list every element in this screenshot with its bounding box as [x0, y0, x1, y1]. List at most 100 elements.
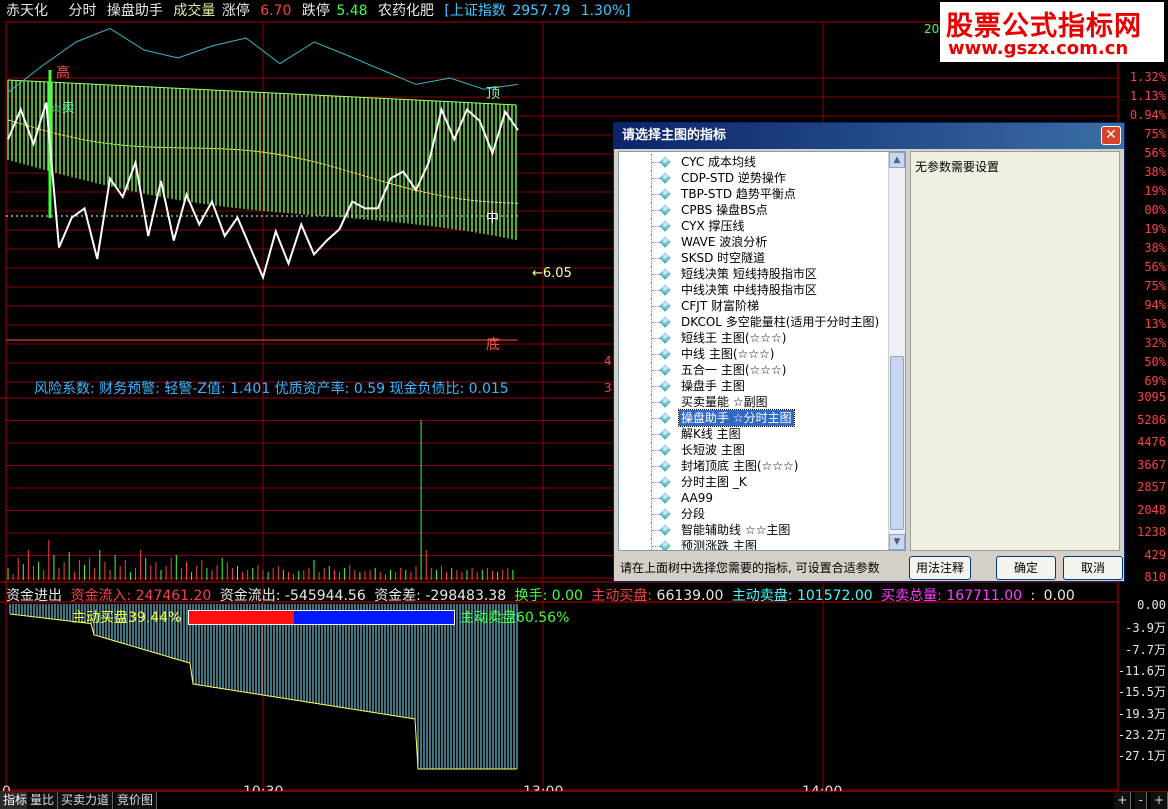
- tree-item-label: 解K线 主图: [681, 427, 741, 441]
- fund-axis-label: -23.2万: [1117, 727, 1166, 742]
- tree-item[interactable]: AA99: [619, 490, 889, 506]
- tree-item-label: 短线王 主图(☆☆☆): [681, 331, 787, 345]
- indicator-item-icon: [659, 540, 671, 550]
- tree-item[interactable]: 智能辅助线 ☆☆主图: [619, 522, 889, 538]
- price-axis-label: 38%: [1144, 241, 1166, 255]
- indicator-item-icon: [659, 428, 671, 440]
- price-axis-label: 50%: [1144, 355, 1166, 369]
- price-axis-label: 13%: [1144, 317, 1166, 331]
- tree-item[interactable]: CDP-STD 逆势操作: [619, 170, 889, 186]
- tree-item-label: AA99: [681, 491, 714, 505]
- indicator-name[interactable]: 操盘助手: [107, 3, 163, 19]
- scroll-thumb[interactable]: [890, 356, 904, 530]
- chart-mode[interactable]: 分时: [68, 3, 96, 19]
- tree-item[interactable]: 分时主图 _K: [619, 474, 889, 490]
- stock-name[interactable]: 赤天化: [6, 3, 48, 19]
- tree-item-label: 短线决策 短线持股指市区: [681, 267, 817, 281]
- param-area: 无参数需要设置: [910, 151, 1120, 551]
- chevron-down-icon: ▼: [893, 537, 901, 547]
- fund-label[interactable]: 资金进出: [6, 588, 62, 604]
- tab-auction[interactable]: 竞价图: [114, 792, 158, 809]
- indicator-tree[interactable]: CYC 成本均线 CDP-STD 逆势操作 TBP-STD 趋势平衡点 CPBS 操盘…: [618, 151, 906, 551]
- ratio-buy-fill: [189, 611, 294, 624]
- indicator-item-icon: [659, 460, 671, 472]
- price-marker-arrow-icon: ←: [532, 266, 543, 281]
- indicator-item-icon: [659, 396, 671, 408]
- diff-label: 资金差:: [374, 588, 421, 604]
- top-label: 顶: [486, 86, 500, 102]
- turnover-label: 换手:: [514, 588, 548, 604]
- tree-item[interactable]: DKCOL 多空能量柱(适用于分时主图): [619, 314, 889, 330]
- price-axis-label: 56%: [1144, 146, 1166, 160]
- limit-down-label: 跌停: [301, 3, 330, 19]
- dialog-hint: 请在上面树中选择您需要的指标, 可设置合适参数: [620, 561, 880, 575]
- tree-item[interactable]: WAVE 波浪分析: [619, 234, 889, 250]
- tree-item-label: CYC 成本均线: [681, 155, 757, 169]
- tree-item-label: CFJT 财富阶梯: [681, 299, 759, 313]
- indicator-item-icon: [659, 252, 671, 264]
- price-axis-label: 1.32%: [1129, 70, 1166, 84]
- tab-volume-ratio[interactable]: 量比: [27, 792, 59, 809]
- tree-item[interactable]: CPBS 操盘BS点: [619, 202, 889, 218]
- param-text: 无参数需要设置: [915, 160, 1000, 174]
- indicator-item-icon: [659, 284, 671, 296]
- tab-zoom-in-button[interactable]: +: [1114, 792, 1132, 809]
- chart-header: 赤天化 分时 操盘助手 成交量 涨停 6.70 跌停 5.48 农药化肥 [上证…: [0, 0, 940, 22]
- tree-item[interactable]: 五合一 主图(☆☆☆): [619, 362, 889, 378]
- ok-button[interactable]: 确定: [996, 556, 1056, 580]
- tab-buy-sell-force[interactable]: 买卖力道: [58, 792, 114, 809]
- price-axis-label: 56%: [1144, 260, 1166, 274]
- volume-axis-label: 2857: [1137, 480, 1166, 494]
- tab-zoom-out-button[interactable]: -: [1135, 792, 1147, 809]
- tree-scrollbar[interactable]: ▲ ▼: [888, 152, 905, 550]
- tree-item[interactable]: 短线决策 短线持股指市区: [619, 266, 889, 282]
- tree-item[interactable]: 操盘助手 ☆分时主图: [619, 409, 889, 427]
- inflow-label: 资金流入:: [70, 588, 132, 604]
- tree-item[interactable]: 短线王 主图(☆☆☆): [619, 330, 889, 346]
- fund-flow-info: 资金进出 资金流入: 247461.20 资金流出: -545944.56 资金…: [6, 585, 1079, 605]
- indicator-item-icon: [659, 268, 671, 280]
- green-band: [7, 70, 517, 241]
- tree-item[interactable]: 预测涨跌 主图: [619, 538, 889, 550]
- tree-item[interactable]: 解K线 主图: [619, 426, 889, 442]
- tree-item[interactable]: 长短波 主图: [619, 442, 889, 458]
- scroll-down-button[interactable]: ▼: [889, 534, 905, 550]
- indicator-item-icon: [659, 156, 671, 168]
- volume-axis-label: 2048: [1137, 502, 1166, 517]
- tree-item[interactable]: CFJT 财富阶梯: [619, 298, 889, 314]
- price-axis-label: 00%: [1144, 203, 1166, 217]
- indicator-item-icon: [659, 508, 671, 520]
- limit-down-value: 5.48: [336, 3, 368, 19]
- tree-item[interactable]: CYX 撑压线: [619, 218, 889, 234]
- index-name[interactable]: [上证指数: [444, 3, 505, 19]
- sector-name[interactable]: 农药化肥: [378, 3, 434, 19]
- tree-item[interactable]: SKSD 时空隧道: [619, 250, 889, 266]
- tree-item[interactable]: 操盘手 主图: [619, 378, 889, 394]
- bottom-label: 底: [486, 337, 500, 353]
- volume-axis-label: 810: [1144, 570, 1166, 584]
- close-button[interactable]: ✕: [1101, 126, 1121, 145]
- usage-notes-button[interactable]: 用法注释: [909, 556, 971, 580]
- scroll-up-button[interactable]: ▲: [889, 152, 905, 168]
- tree-item[interactable]: 封堵顶底 主图(☆☆☆): [619, 458, 889, 474]
- tab-add-button[interactable]: +: [1150, 792, 1168, 809]
- active-buy-label: 主动买盘:: [591, 588, 653, 604]
- indicator-item-icon: [659, 236, 671, 248]
- cancel-button[interactable]: 取消: [1063, 556, 1123, 580]
- fund-axis-label: -15.5万: [1117, 685, 1166, 700]
- tree-item[interactable]: 中线决策 中线持股指市区: [619, 282, 889, 298]
- ratio-bar: [188, 610, 455, 625]
- tree-item[interactable]: TBP-STD 趋势平衡点: [619, 186, 889, 202]
- volume-label: 成交量: [173, 3, 216, 19]
- price-axis-label: 19%: [1144, 222, 1166, 236]
- buy-signal-label: ☆卖: [50, 101, 75, 116]
- tree-item-label: 分时主图 _K: [681, 475, 747, 489]
- tree-item[interactable]: CYC 成本均线: [619, 154, 889, 170]
- tree-item[interactable]: 中线 主图(☆☆☆): [619, 346, 889, 362]
- tree-item[interactable]: 分段: [619, 506, 889, 522]
- tree-item[interactable]: 买卖量能 ☆副图: [619, 394, 889, 410]
- tree-item-label: 分段: [681, 507, 706, 521]
- dialog-title[interactable]: 请选择主图的指标: [614, 123, 1124, 149]
- tree-item-label: 五合一 主图(☆☆☆): [681, 363, 787, 377]
- active-sell-value: 101572.00: [796, 588, 873, 604]
